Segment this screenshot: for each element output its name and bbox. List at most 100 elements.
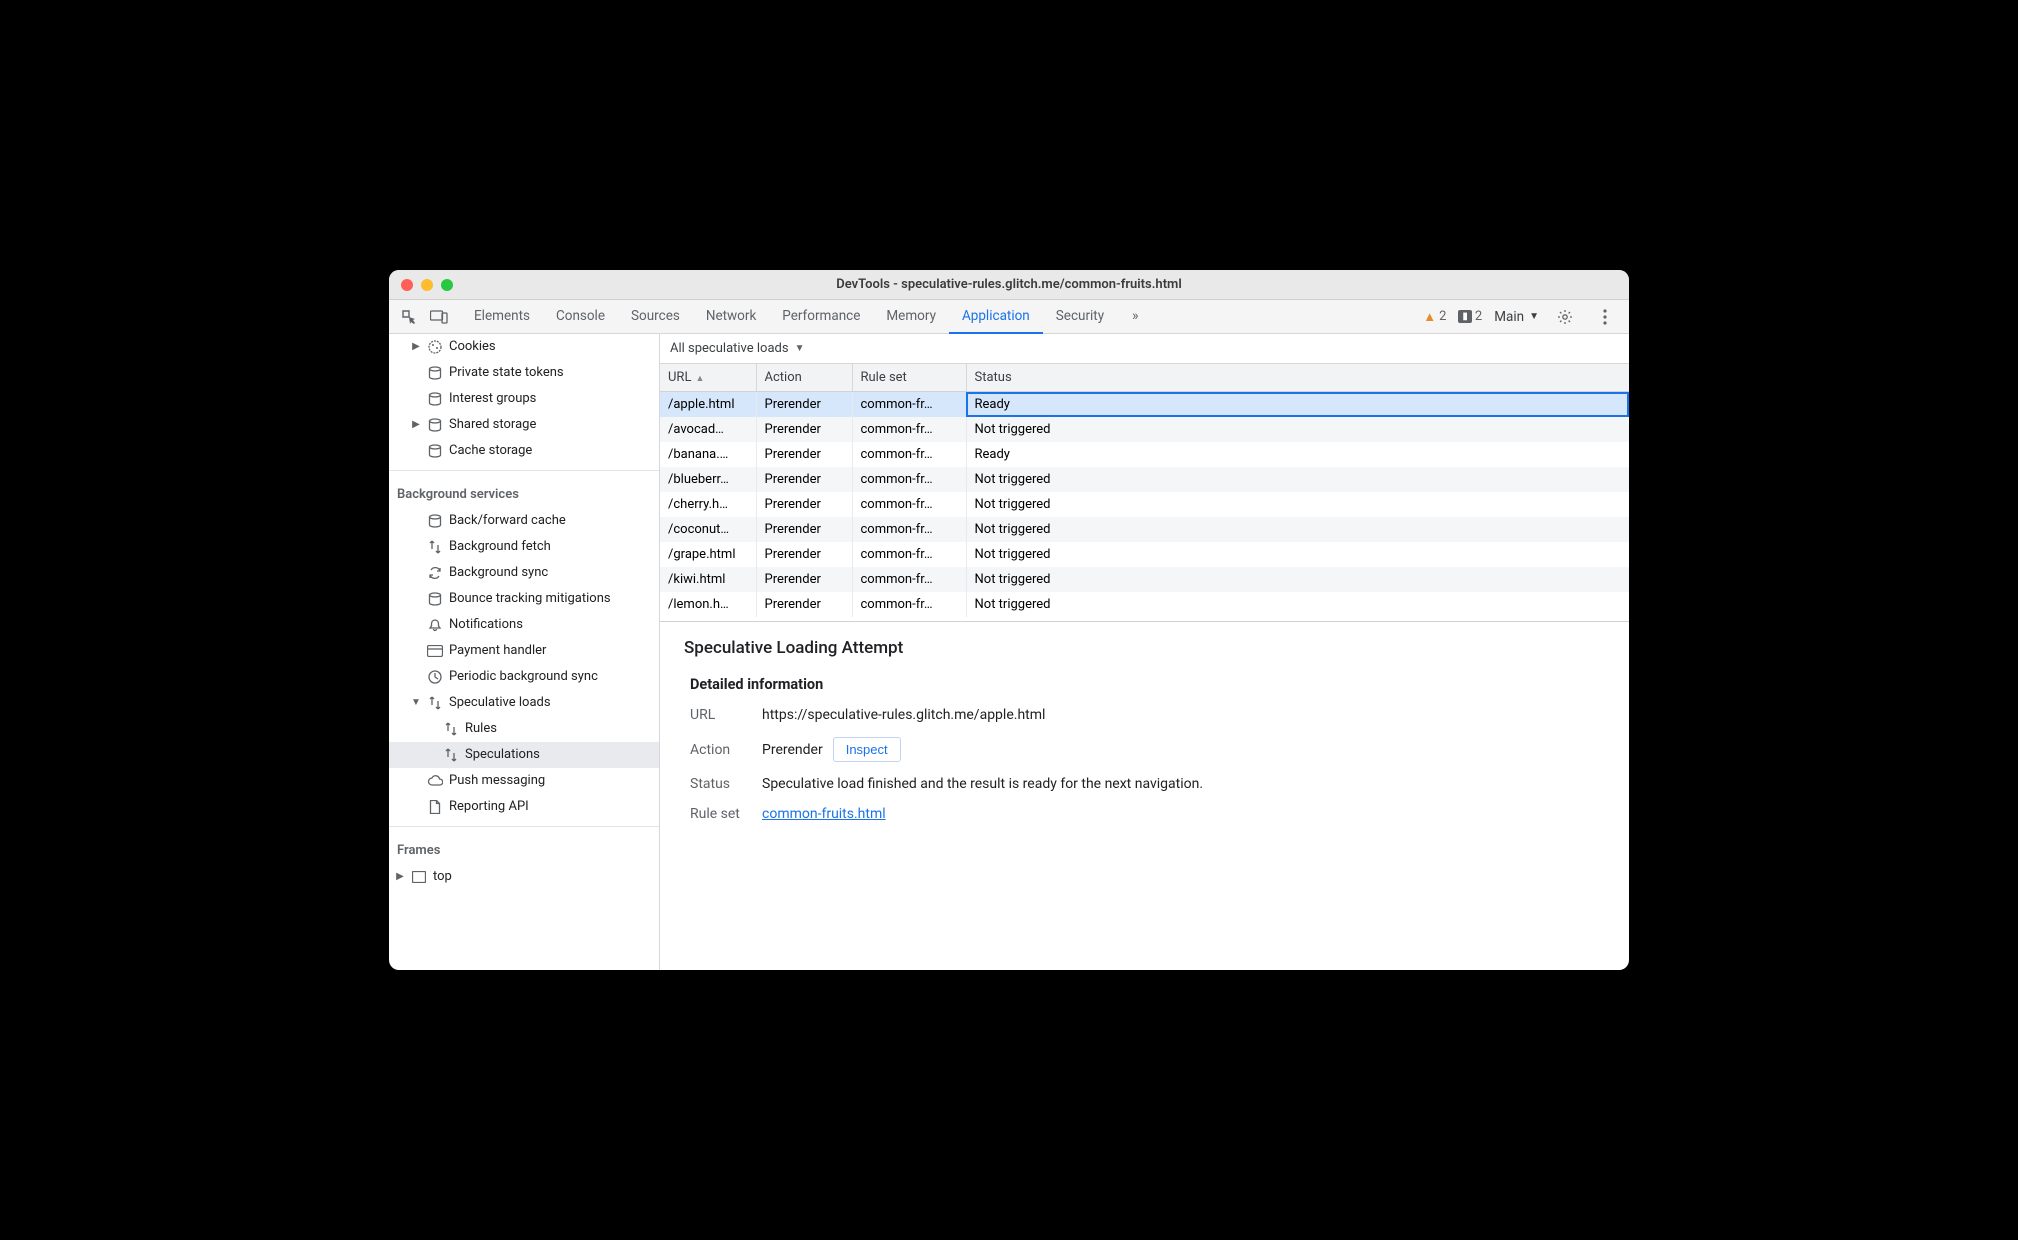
sidebar-item-speculations[interactable]: ▶Speculations [389,742,659,768]
chevron-down-icon: ▼ [1529,311,1539,322]
minimize-icon[interactable] [421,279,433,291]
sidebar-item-speculative-loads[interactable]: ▼Speculative loads [389,690,659,716]
panel-tab-memory[interactable]: Memory [873,300,949,334]
table-row[interactable]: /kiwi.htmlPrerendercommon-fr…Not trigger… [660,567,1629,592]
inspect-button[interactable]: Inspect [833,737,901,762]
db-icon [427,513,443,529]
cell-action: Prerender [756,417,852,442]
device-toolbar-icon[interactable] [425,303,453,331]
table-row[interactable]: /grape.htmlPrerendercommon-fr…Not trigge… [660,542,1629,567]
sidebar-item-payment-handler[interactable]: ▶Payment handler [389,638,659,664]
label-status: Status [690,776,748,792]
inspect-element-icon[interactable] [395,303,423,331]
table-row[interactable]: /blueberr…Prerendercommon-fr…Not trigger… [660,467,1629,492]
ruleset-link[interactable]: common-fruits.html [762,806,886,822]
sidebar-item-interest-groups[interactable]: ▶Interest groups [389,386,659,412]
issues-badge[interactable]: ▮ 2 [1458,309,1482,324]
speculations-table-scroll[interactable]: URL▲ Action Rule set Status /apple.htmlP… [660,364,1629,622]
panel-tab-security[interactable]: Security [1043,300,1117,334]
column-header-url[interactable]: URL▲ [660,364,756,392]
column-header-ruleset[interactable]: Rule set [852,364,966,392]
clock-icon [427,669,443,685]
sidebar-item-shared-storage[interactable]: ▶ Shared storage [389,412,659,438]
close-icon[interactable] [401,279,413,291]
cell-ruleset: common-fr… [852,417,966,442]
sidebar-item-label: Shared storage [449,415,536,435]
label-url: URL [690,707,748,723]
cell-ruleset: common-fr… [852,442,966,467]
more-tabs-button[interactable]: » [1119,300,1151,334]
zoom-icon[interactable] [441,279,453,291]
value-action: Prerender [762,742,823,758]
panel-tabs: ElementsConsoleSourcesNetworkPerformance… [461,300,1117,334]
sidebar-item-cookies[interactable]: ▶Cookies [389,334,659,360]
column-header-status[interactable]: Status [966,364,1629,392]
db-icon [427,417,443,433]
cell-ruleset: common-fr… [852,592,966,617]
table-row[interactable]: /apple.htmlPrerendercommon-fr…Ready [660,392,1629,418]
panel-tab-console[interactable]: Console [543,300,618,334]
db-icon [427,443,443,459]
settings-icon[interactable] [1551,303,1579,331]
warning-icon: ▲ [1423,309,1436,325]
sidebar-item-periodic-background-sync[interactable]: ▶Periodic background sync [389,664,659,690]
context-selector[interactable]: Main ▼ [1494,309,1539,325]
panel-tab-application[interactable]: Application [949,300,1043,334]
more-menu-icon[interactable] [1591,303,1619,331]
cell-url: /lemon.h… [660,592,756,617]
sidebar-item-push-messaging[interactable]: ▶Push messaging [389,768,659,794]
table-row[interactable]: /avocad…Prerendercommon-fr…Not triggered [660,417,1629,442]
sidebar-item-rules[interactable]: ▶Rules [389,716,659,742]
frame-top[interactable]: ▶ top [389,864,659,890]
sidebar-item-background-sync[interactable]: ▶Background sync [389,560,659,586]
cell-action: Prerender [756,392,852,418]
panel-tab-sources[interactable]: Sources [618,300,693,334]
warnings-badge[interactable]: ▲ 2 [1423,309,1446,325]
cell-action: Prerender [756,492,852,517]
speculations-pane: All speculative loads ▼ URL▲ Action Rule… [660,334,1629,970]
cell-status: Ready [966,442,1629,467]
sidebar-item-label: Background sync [449,563,548,583]
speculations-table: URL▲ Action Rule set Status /apple.htmlP… [660,364,1629,617]
arrows-icon [427,695,443,711]
cell-url: /banana.… [660,442,756,467]
disclosure-triangle-icon[interactable]: ▶ [411,337,421,357]
sidebar-item-back-forward-cache[interactable]: ▶Back/forward cache [389,508,659,534]
sidebar-item-cache-storage[interactable]: ▶Cache storage [389,438,659,464]
sidebar-item-private-state-tokens[interactable]: ▶Private state tokens [389,360,659,386]
panel-tab-performance[interactable]: Performance [769,300,873,334]
traffic-lights [389,279,453,291]
cell-action: Prerender [756,517,852,542]
table-row[interactable]: /cherry.h…Prerendercommon-fr…Not trigger… [660,492,1629,517]
table-row[interactable]: /lemon.h…Prerendercommon-fr…Not triggere… [660,592,1629,617]
cell-url: /apple.html [660,392,756,418]
table-row[interactable]: /coconut…Prerendercommon-fr…Not triggere… [660,517,1629,542]
flag-icon: ▮ [1458,310,1472,323]
sidebar-item-background-fetch[interactable]: ▶Background fetch [389,534,659,560]
disclosure-triangle-icon[interactable]: ▼ [411,693,421,713]
sidebar-item-bounce-tracking-mitigations[interactable]: ▶Bounce tracking mitigations [389,586,659,612]
bell-icon [427,617,443,633]
disclosure-triangle-icon[interactable]: ▶ [411,415,421,435]
cell-ruleset: common-fr… [852,567,966,592]
cell-status: Not triggered [966,492,1629,517]
column-header-action[interactable]: Action [756,364,852,392]
cell-action: Prerender [756,442,852,467]
sidebar-item-label: Rules [465,719,497,739]
devtools-toolbar: ElementsConsoleSourcesNetworkPerformance… [389,300,1629,334]
cell-status: Not triggered [966,542,1629,567]
cell-url: /cherry.h… [660,492,756,517]
cell-status: Not triggered [966,592,1629,617]
cell-ruleset: common-fr… [852,467,966,492]
cell-url: /coconut… [660,517,756,542]
sidebar-item-reporting-api[interactable]: ▶Reporting API [389,794,659,820]
panel-tab-elements[interactable]: Elements [461,300,543,334]
details-title: Speculative Loading Attempt [684,638,1605,658]
table-row[interactable]: /banana.…Prerendercommon-fr…Ready [660,442,1629,467]
sidebar-item-notifications[interactable]: ▶Notifications [389,612,659,638]
value-status: Speculative load finished and the result… [762,776,1203,792]
application-sidebar[interactable]: ▶Cookies▶Private state tokens▶Interest g… [389,334,660,970]
cell-status: Not triggered [966,467,1629,492]
panel-tab-network[interactable]: Network [693,300,769,334]
speculations-filter[interactable]: All speculative loads ▼ [660,334,1629,364]
